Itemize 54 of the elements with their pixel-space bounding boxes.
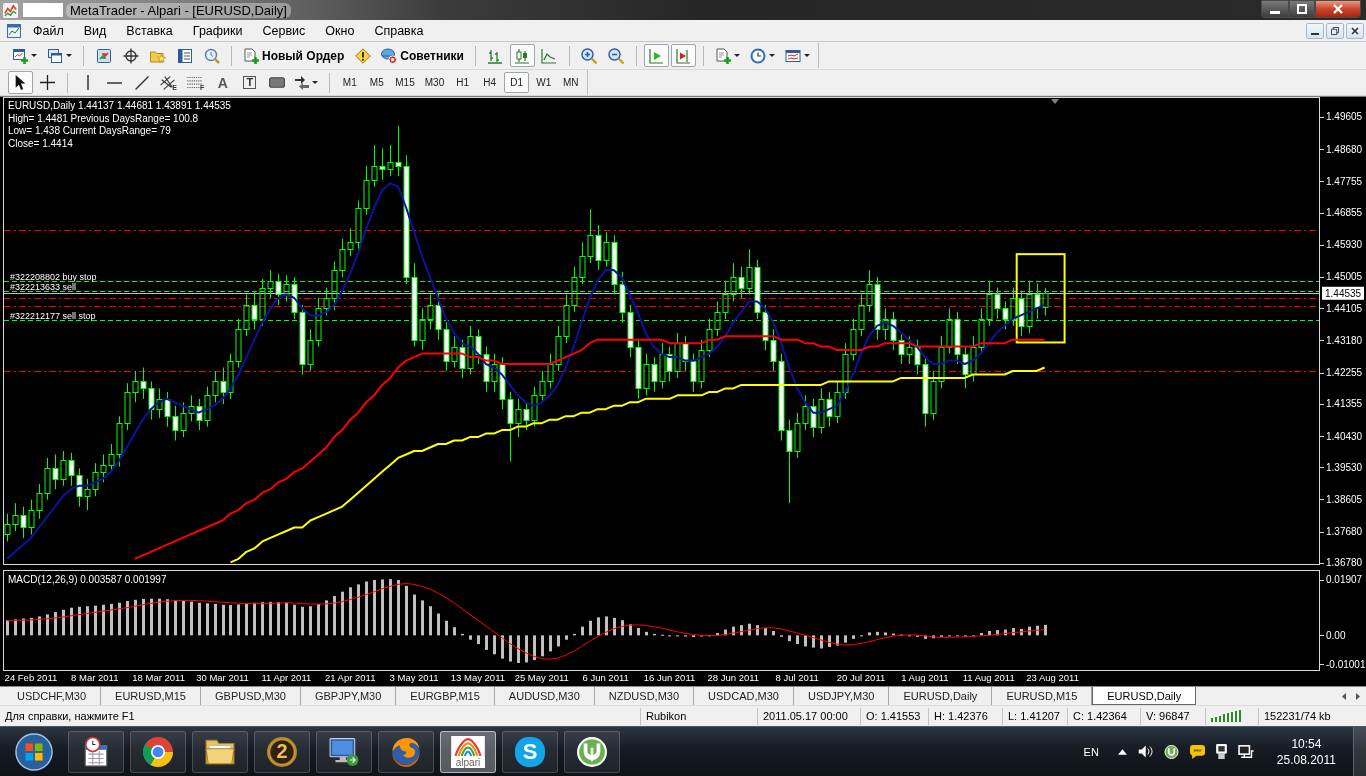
date-axis-label: 25 May 2011 — [514, 672, 569, 683]
date-axis-label: 24 Feb 2011 — [4, 672, 58, 683]
indicator-axis-label: 0.01907 — [1326, 574, 1363, 586]
price-axis-label: 1.41355 — [1326, 398, 1363, 410]
chart-info-text: Close= 1.4414 — [8, 137, 73, 149]
chart-info-text: EURUSD,Daily 1.44137 1.44681 1.43891 1.44535 — [8, 100, 231, 111]
traffic-counter: 152231/74 kb — [1258, 707, 1366, 725]
help-hint: Для справки, нажмите F1 — [4, 709, 136, 724]
price-axis-label: 1.46855 — [1326, 207, 1363, 219]
price-axis-label: 1.42255 — [1326, 367, 1363, 379]
price-axis-label: 1.49605 — [1326, 111, 1363, 123]
low-price: L: 1.41207 — [1002, 707, 1067, 725]
indicator-axis-label: -0.01001 — [1326, 659, 1366, 670]
date-axis-label: 1 Aug 2011 — [901, 672, 949, 683]
price-axis-label: 1.39530 — [1326, 461, 1363, 473]
date-axis-label: 28 Jun 2011 — [707, 672, 760, 683]
bar-time: 2011.05.17 00:00 — [757, 707, 860, 725]
date-axis-label: 30 Mar 2011 — [196, 672, 249, 683]
price-axis-label: 1.45930 — [1326, 239, 1363, 251]
date-axis-label: 18 Mar 2011 — [132, 672, 185, 683]
date-axis-label: 6 Jun 2011 — [582, 672, 629, 683]
high-price: H: 1.42376 — [928, 707, 1002, 725]
price-axis-label: 1.40430 — [1326, 430, 1363, 442]
price-axis-label: 1.36780 — [1326, 557, 1363, 569]
current-price-label: 1.44535 — [1322, 286, 1364, 300]
price-axis-label: 1.45005 — [1326, 271, 1363, 283]
close-price: C: 1.42364 — [1067, 707, 1140, 725]
price-axis-label: 1.37680 — [1326, 526, 1363, 538]
order-label: #322208802 buy stop — [10, 271, 97, 282]
date-axis-label: 20 Jul 2011 — [836, 672, 886, 683]
date-axis-label: 11 Apr 2011 — [261, 672, 312, 683]
price-axis-label: 1.47755 — [1326, 175, 1363, 187]
volume-value: V: 96847 — [1140, 707, 1205, 725]
open-price: O: 1.41553 — [860, 707, 928, 725]
price-axis-label: 1.43180 — [1326, 334, 1363, 346]
indicator-axis-label: 0.00 — [1326, 629, 1346, 641]
date-axis-label: 23 Aug 2011 — [1026, 672, 1079, 683]
date-axis-label: 8 Mar 2011 — [71, 672, 119, 683]
indicator-title: MACD(12,26,9) 0.003587 0.001997 — [8, 574, 167, 585]
chart-info-text: High= 1.4481 Previous DaysRange= 100.8 — [8, 112, 199, 124]
price-axis-label: 1.38605 — [1326, 494, 1363, 505]
date-axis-label: 21 Apr 2011 — [324, 672, 376, 683]
order-label: #322213633 sell — [10, 281, 77, 292]
chart-info-text: Low= 1.438 Current DaysRange= 79 — [8, 125, 171, 136]
date-axis-label: 8 Jul 2011 — [775, 672, 819, 683]
date-axis-label: 16 Jun 2011 — [643, 672, 696, 683]
order-label: #322212177 sell stop — [10, 310, 96, 321]
date-axis-label: 3 May 2011 — [389, 672, 439, 683]
price-axis-label: 1.48680 — [1326, 143, 1363, 155]
date-axis-label: 13 May 2011 — [450, 672, 506, 683]
window-title: MetaTrader - Alpari - [EURUSD,Daily] — [66, 2, 291, 18]
date-axis-label: 11 Aug 2011 — [962, 672, 1015, 683]
price-axis-label: 1.44105 — [1326, 302, 1363, 314]
profile-name: Rubikon — [640, 707, 757, 725]
